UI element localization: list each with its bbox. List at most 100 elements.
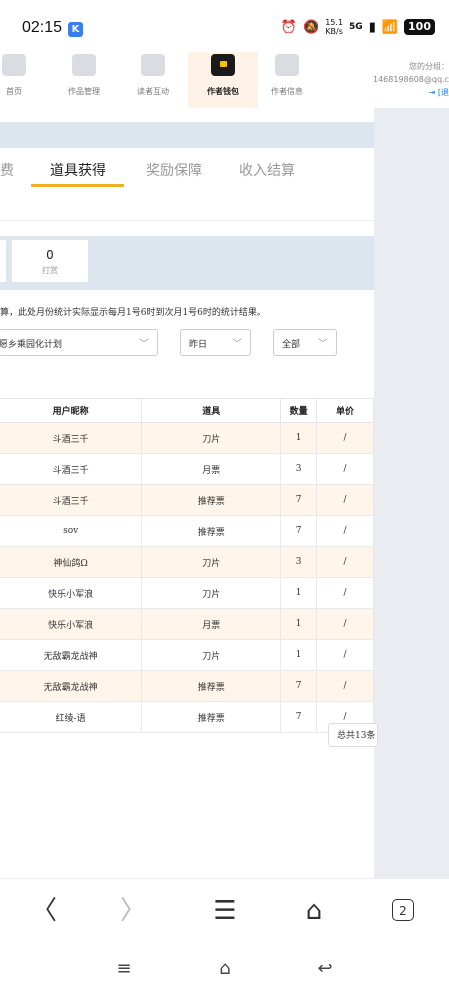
cell-nickname: 无敌霸龙战神 — [0, 639, 143, 671]
stat-value: 0 — [46, 248, 54, 262]
type-select-value: 全部 — [282, 340, 301, 350]
active-tab-underline — [31, 184, 124, 187]
recents-button[interactable]: ≡ — [109, 958, 139, 982]
chat-icon — [141, 54, 165, 76]
cell-nickname: 斗酒三千 — [0, 484, 143, 516]
cell-prop: 月票 — [141, 608, 282, 640]
id-card-icon — [275, 54, 299, 76]
cell-qty: 7 — [280, 484, 318, 516]
date-select[interactable]: 昨日 ﹀ — [180, 329, 251, 356]
work-select-value: 愿乡乘园化计划 — [0, 340, 63, 350]
system-back-button[interactable]: ↩ — [310, 958, 340, 982]
tab-reward[interactable]: 费 — [0, 160, 14, 180]
tab-bonus[interactable]: 奖励保障 — [146, 160, 202, 180]
recents-icon: ≡ — [116, 958, 132, 979]
stat-card-tip: 0 打赏 — [12, 240, 88, 282]
net-speed: 15.1 KB/s — [325, 18, 344, 36]
wallet-tabs: 费 道具获得 奖励保障 收入结算 — [0, 148, 374, 221]
chevron-down-icon: ﹀ — [232, 339, 242, 350]
chevron-left-icon: 〈 — [30, 896, 57, 926]
date-select-value: 昨日 — [189, 340, 208, 350]
type-select[interactable]: 全部 ﹀ — [273, 329, 337, 356]
table-row: sov 推荐票 7/ — [0, 515, 374, 547]
chevron-down-icon: ﹀ — [139, 339, 149, 350]
header-band — [0, 122, 374, 148]
cell-prop: 推荐票 — [141, 670, 282, 702]
cell-nickname: 斗酒三千 — [0, 422, 143, 454]
props-table: 用户昵称 道具 数量 单价 斗酒三千 刀片 1/ 斗酒三千 月票 3/ 斗酒三千 推荐票 7… — [0, 398, 374, 733]
nav-reader-interaction[interactable]: 读者互动 — [123, 52, 183, 108]
menu-button[interactable]: ☰ — [205, 893, 245, 929]
cell-prop: 推荐票 — [141, 701, 282, 733]
table-row: 无敌霸龙战神 推荐票 7/ — [0, 670, 374, 702]
tabs-button[interactable]: 2 — [392, 899, 414, 921]
home-button[interactable]: ⌂ — [294, 893, 334, 929]
clock: 02:15 — [22, 19, 63, 36]
table-header-row: 用户昵称 道具 数量 单价 — [0, 398, 374, 423]
app-notification-icon: K — [68, 22, 83, 37]
cell-qty: 3 — [280, 453, 318, 485]
nav-wallet[interactable]: 作者钱包 — [188, 52, 258, 108]
table-row: 无敌霸龙战神 刀片 1/ — [0, 639, 374, 671]
stat-label: 打赏 — [42, 266, 58, 275]
cell-qty: 1 — [280, 608, 318, 640]
cell-qty: 7 — [280, 670, 318, 702]
nav-home[interactable]: 首页 — [0, 52, 44, 108]
account-email: 1468198608@qq.c — [373, 75, 449, 84]
cell-prop: 推荐票 — [141, 515, 282, 547]
table-row: 快乐小军浪 月票 1/ — [0, 608, 374, 640]
cell-nickname: 红绫-语 — [0, 701, 143, 733]
menu-icon: ☰ — [213, 896, 237, 926]
back-button[interactable]: 〈 — [24, 893, 64, 929]
col-price: 单价 — [316, 398, 374, 423]
cell-price: / — [316, 670, 374, 702]
system-home-button[interactable]: ⌂ — [210, 958, 240, 982]
pagination-total: 总共13条 — [328, 723, 378, 747]
book-icon — [72, 54, 96, 76]
cell-price: / — [316, 546, 374, 578]
cell-price: / — [316, 639, 374, 671]
table-row: 斗酒三千 刀片 1/ — [0, 422, 374, 454]
nav-works[interactable]: 作品管理 — [54, 52, 114, 108]
cell-price: / — [316, 608, 374, 640]
cell-qty: 1 — [280, 639, 318, 671]
cell-nickname: 神仙鸽Ω — [0, 546, 143, 578]
right-gutter — [374, 108, 449, 878]
logout-link[interactable]: ⇥ [退 — [373, 86, 449, 99]
work-select[interactable]: 愿乡乘园化计划 ﹀ — [0, 329, 158, 356]
nav-author-info[interactable]: 作者信息 — [257, 52, 317, 108]
forward-button[interactable]: 〉 — [113, 893, 153, 929]
system-nav-bar: ≡ ⌂ ↩ — [0, 944, 449, 999]
mute-icon: 🔕 — [303, 19, 320, 35]
col-prop: 道具 — [141, 398, 282, 423]
nav-label: 首页 — [6, 87, 22, 96]
cell-nickname: 无敌霸龙战神 — [0, 670, 143, 702]
cell-qty: 1 — [280, 577, 318, 609]
wallet-icon — [211, 54, 235, 76]
cell-nickname: 快乐小军浪 — [0, 577, 143, 609]
col-nickname: 用户昵称 — [0, 398, 143, 423]
stat-note: 算，此处月份统计实际显示每月1号6时到次月1号6时的统计结果。 — [0, 308, 266, 318]
cell-prop: 刀片 — [141, 546, 282, 578]
nav-label: 作品管理 — [68, 87, 100, 96]
home-chevron-icon: ⌂ — [219, 958, 231, 979]
account-info: 您的分组： 1468198608@qq.c ⇥ [退 — [373, 60, 449, 99]
logout-label: [退 — [437, 88, 449, 97]
tab-settlement[interactable]: 收入结算 — [239, 160, 295, 180]
stat-card-partial — [0, 240, 6, 282]
table-row: 斗酒三千 月票 3/ — [0, 453, 374, 485]
browser-toolbar: 〈 〉 ☰ ⌂ — [0, 878, 449, 945]
status-bar: 02:15 K ⏰ 🔕 15.1 KB/s 5G ▮ 📶 100 — [0, 0, 449, 52]
alarm-icon: ⏰ — [280, 19, 298, 35]
nav-label: 作者钱包 — [207, 86, 239, 96]
tab-props[interactable]: 道具获得 — [50, 160, 106, 180]
battery-icon: 100 — [404, 19, 435, 35]
cell-qty: 3 — [280, 546, 318, 578]
cell-prop: 推荐票 — [141, 484, 282, 516]
account-group: 您的分组： — [409, 62, 449, 71]
cell-nickname: sov — [0, 515, 143, 547]
cell-prop: 月票 — [141, 453, 282, 485]
cell-qty: 7 — [280, 515, 318, 547]
cell-price: / — [316, 577, 374, 609]
nav-label: 作者信息 — [271, 87, 303, 96]
